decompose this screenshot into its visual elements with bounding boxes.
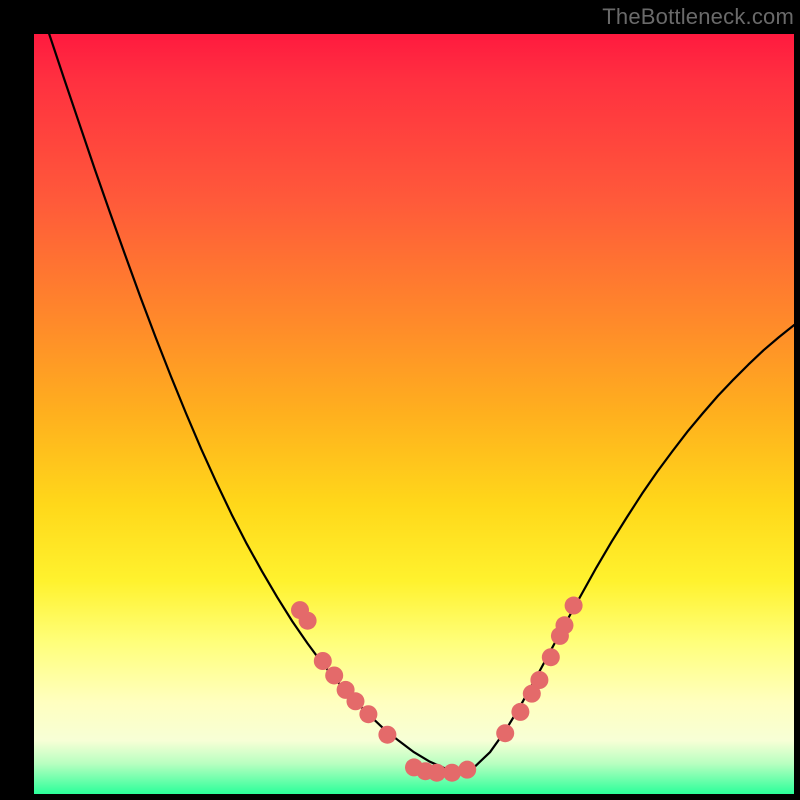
curve-dot bbox=[359, 705, 377, 723]
curve-dot bbox=[314, 652, 332, 670]
curve-dot bbox=[496, 724, 514, 742]
curve-dot bbox=[443, 764, 461, 782]
curve-dot bbox=[346, 692, 364, 710]
attribution-text: TheBottleneck.com bbox=[602, 4, 794, 30]
curve-dot bbox=[458, 761, 476, 779]
chart-frame: TheBottleneck.com bbox=[0, 0, 800, 800]
curve-layer bbox=[34, 34, 794, 794]
curve-dot bbox=[299, 612, 317, 630]
curve-dot bbox=[555, 616, 573, 634]
curve-dot bbox=[378, 726, 396, 744]
curve-dot bbox=[325, 666, 343, 684]
plot-area bbox=[34, 34, 794, 794]
curve-dot bbox=[565, 597, 583, 615]
curve-dot bbox=[530, 671, 548, 689]
curve-dots bbox=[291, 597, 583, 782]
curve-dot bbox=[511, 703, 529, 721]
curve-dot bbox=[542, 648, 560, 666]
bottleneck-curve bbox=[34, 34, 794, 771]
